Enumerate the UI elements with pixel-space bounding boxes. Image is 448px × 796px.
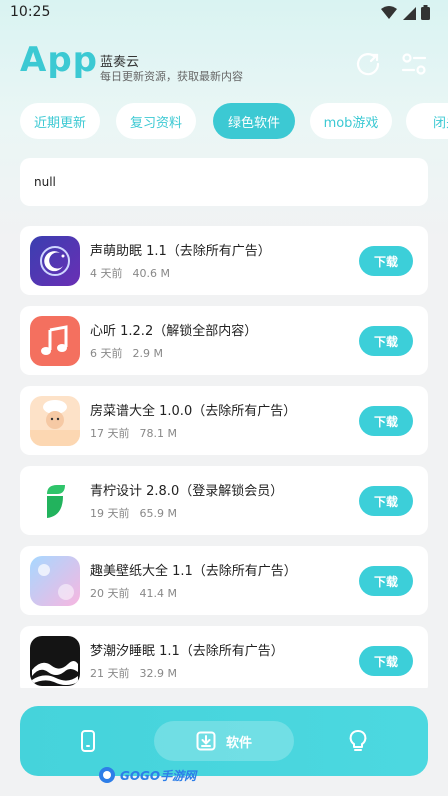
- item-size: 78.1 M: [139, 427, 177, 440]
- green-shape-icon: [30, 476, 80, 526]
- watermark-text: GOGO手游网: [120, 768, 197, 783]
- list-item[interactable]: 房菜谱大全 1.0.0（去除所有广告） 17 天前 78.1 M 下载: [20, 386, 428, 455]
- watermark-logo-icon: [99, 767, 115, 783]
- item-age: 19 天前: [90, 507, 130, 520]
- info-text: null: [34, 175, 56, 189]
- item-age: 17 天前: [90, 427, 130, 440]
- item-age: 4 天前: [90, 267, 123, 280]
- item-size: 41.4 M: [139, 587, 177, 600]
- download-button[interactable]: 下载: [359, 246, 413, 276]
- item-meta: 6 天前 2.9 M: [90, 345, 163, 361]
- signal-icon: [403, 6, 416, 20]
- battery-icon: [421, 5, 430, 20]
- download-button[interactable]: 下载: [359, 326, 413, 356]
- list-item[interactable]: 青柠设计 2.8.0（登录解锁会员） 19 天前 65.9 M 下载: [20, 466, 428, 535]
- item-size: 65.9 M: [139, 507, 177, 520]
- software-list: 声萌助眠 1.1（去除所有广告） 4 天前 40.6 M 下载 心听 1.2.2（…: [20, 226, 428, 688]
- nav-software-label: 软件: [225, 735, 252, 751]
- item-title: 声萌助眠 1.1（去除所有广告）: [90, 244, 271, 259]
- app-subtitle: 每日更新资源，获取最新内容: [100, 70, 243, 83]
- lightbulb-icon[interactable]: [346, 729, 370, 753]
- item-title: 青柠设计 2.8.0（登录解锁会员）: [90, 484, 284, 499]
- info-card: null: [20, 158, 428, 206]
- status-icons: [381, 5, 430, 20]
- tab-mob-games[interactable]: mob游戏: [310, 103, 392, 139]
- item-size: 40.6 M: [132, 267, 170, 280]
- category-tabs: 近期更新 复习资料 绿色软件 mob游戏 闭关: [20, 103, 448, 139]
- download-button[interactable]: 下载: [359, 406, 413, 436]
- item-title: 房菜谱大全 1.0.0（去除所有广告）: [90, 404, 297, 419]
- download-button[interactable]: 下载: [359, 486, 413, 516]
- item-meta: 20 天前 41.4 M: [90, 585, 177, 601]
- item-age: 20 天前: [90, 587, 130, 600]
- status-bar: 10:25: [0, 0, 448, 26]
- item-meta: 21 天前 32.9 M: [90, 665, 177, 681]
- wifi-icon: [381, 5, 397, 19]
- list-item[interactable]: 心听 1.2.2（解锁全部内容） 6 天前 2.9 M 下载: [20, 306, 428, 375]
- music-note-icon: [30, 316, 80, 366]
- moon-sleep-icon: [30, 236, 80, 286]
- download-box-icon: [196, 731, 216, 751]
- item-title: 心听 1.2.2（解锁全部内容）: [90, 324, 258, 339]
- wallpaper-icon: [30, 556, 80, 606]
- download-button[interactable]: 下载: [359, 566, 413, 596]
- tab-recent[interactable]: 近期更新: [20, 103, 100, 139]
- item-age: 21 天前: [90, 667, 130, 680]
- download-button[interactable]: 下载: [359, 646, 413, 676]
- tab-review-materials[interactable]: 复习资料: [116, 103, 196, 139]
- tab-green-software[interactable]: 绿色软件: [213, 103, 295, 139]
- bottom-nav: 软件: [20, 706, 428, 776]
- nav-software-tab[interactable]: 软件: [154, 721, 294, 761]
- chef-icon: [30, 396, 80, 446]
- item-size: 32.9 M: [139, 667, 177, 680]
- list-item[interactable]: 趣美壁纸大全 1.1（去除所有广告） 20 天前 41.4 M 下载: [20, 546, 428, 615]
- phone-icon[interactable]: [76, 729, 100, 753]
- list-item[interactable]: 声萌助眠 1.1（去除所有广告） 4 天前 40.6 M 下载: [20, 226, 428, 295]
- app-logo: App: [20, 40, 98, 80]
- refresh-icon[interactable]: [355, 51, 381, 77]
- item-meta: 19 天前 65.9 M: [90, 505, 177, 521]
- tide-wave-icon: [30, 636, 80, 686]
- item-size: 2.9 M: [132, 347, 163, 360]
- item-meta: 4 天前 40.6 M: [90, 265, 170, 281]
- status-time: 10:25: [10, 4, 51, 20]
- tab-closed[interactable]: 闭关: [406, 103, 448, 139]
- watermark: GOGO手游网: [98, 766, 196, 784]
- filter-settings-icon[interactable]: [401, 51, 427, 77]
- item-age: 6 天前: [90, 347, 123, 360]
- list-item[interactable]: 梦潮汐睡眠 1.1（去除所有广告） 21 天前 32.9 M 下载: [20, 626, 428, 688]
- item-title: 梦潮汐睡眠 1.1（去除所有广告）: [90, 644, 284, 659]
- item-title: 趣美壁纸大全 1.1（去除所有广告）: [90, 564, 297, 579]
- item-meta: 17 天前 78.1 M: [90, 425, 177, 441]
